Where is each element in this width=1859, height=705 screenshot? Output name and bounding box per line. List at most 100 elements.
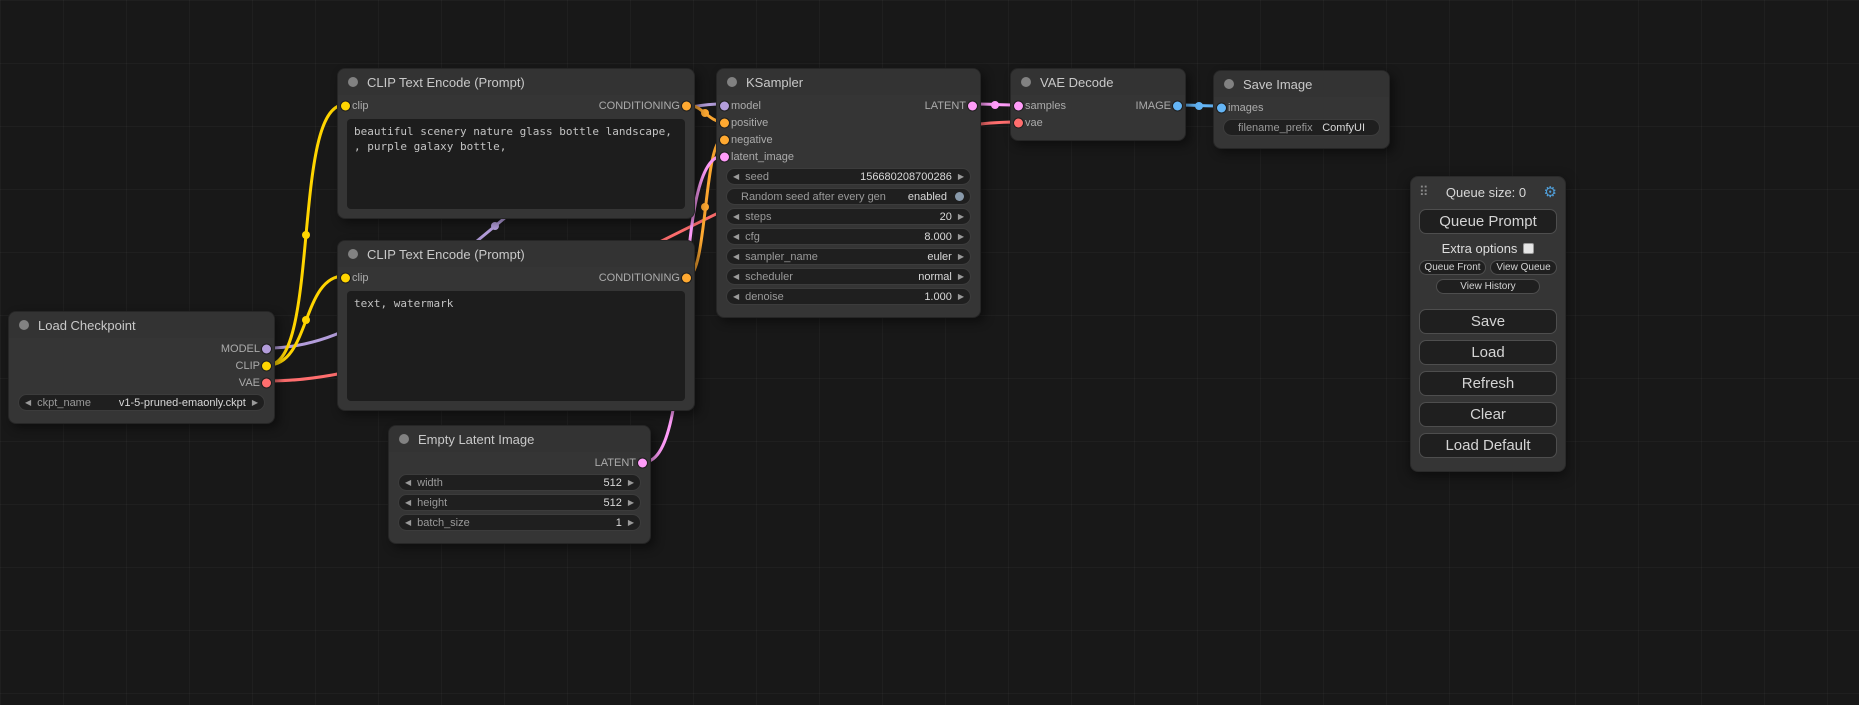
port-row: vae (1011, 114, 1185, 131)
widget-value: normal (918, 271, 952, 283)
port-clip-input[interactable] (341, 273, 350, 282)
increment-arrow-icon[interactable]: ▶ (628, 499, 634, 507)
decrement-arrow-icon[interactable]: ◀ (733, 173, 739, 181)
refresh-button[interactable]: Refresh (1419, 371, 1557, 396)
increment-arrow-icon[interactable]: ▶ (628, 479, 634, 487)
node-titlebar[interactable]: Load Checkpoint (9, 312, 274, 338)
node-clip-text-encode-negative[interactable]: CLIP Text Encode (Prompt) clip CONDITION… (337, 240, 695, 411)
clear-button[interactable]: Clear (1419, 402, 1557, 427)
node-clip-text-encode-positive[interactable]: CLIP Text Encode (Prompt) clip CONDITION… (337, 68, 695, 219)
port-conditioning-output[interactable] (682, 101, 691, 110)
increment-arrow-icon[interactable]: ▶ (628, 519, 634, 527)
widget-cfg[interactable]: ◀ cfg 8.000 ▶ (726, 228, 971, 245)
toggle-on-icon[interactable] (955, 192, 964, 201)
next-value-arrow-icon[interactable]: ▶ (958, 253, 964, 261)
widget-steps[interactable]: ◀ steps 20 ▶ (726, 208, 971, 225)
port-image-output[interactable] (1173, 101, 1182, 110)
save-button[interactable]: Save (1419, 309, 1557, 334)
decrement-arrow-icon[interactable]: ◀ (405, 499, 411, 507)
node-titlebar[interactable]: KSampler (717, 69, 980, 95)
prev-value-arrow-icon[interactable]: ◀ (733, 273, 739, 281)
view-queue-button[interactable]: View Queue (1490, 260, 1557, 275)
increment-arrow-icon[interactable]: ▶ (958, 213, 964, 221)
node-save-image[interactable]: Save Image images filename_prefix ComfyU… (1213, 70, 1390, 149)
port-clip-input[interactable] (341, 101, 350, 110)
widget-sampler-name[interactable]: ◀ sampler_name euler ▶ (726, 248, 971, 265)
queue-front-button[interactable]: Queue Front (1419, 260, 1486, 275)
collapse-dot[interactable] (348, 77, 358, 87)
node-title: Empty Latent Image (418, 432, 534, 447)
prev-value-arrow-icon[interactable]: ◀ (25, 399, 31, 407)
decrement-arrow-icon[interactable]: ◀ (405, 479, 411, 487)
increment-arrow-icon[interactable]: ▶ (958, 233, 964, 241)
widget-height[interactable]: ◀ height 512 ▶ (398, 494, 641, 511)
widget-seed[interactable]: ◀ seed 156680208700286 ▶ (726, 168, 971, 185)
node-graph-canvas[interactable]: Load Checkpoint MODEL CLIP VAE ◀ ckpt_na… (0, 0, 1859, 705)
port-model-input[interactable] (720, 101, 729, 110)
collapse-dot[interactable] (348, 249, 358, 259)
prompt-textarea[interactable]: beautiful scenery nature glass bottle la… (347, 119, 685, 209)
widget-value: 156680208700286 (860, 171, 952, 183)
output-label: LATENT (595, 457, 636, 469)
port-latent-output[interactable] (638, 458, 647, 467)
decrement-arrow-icon[interactable]: ◀ (733, 233, 739, 241)
port-negative-input[interactable] (720, 135, 729, 144)
load-button[interactable]: Load (1419, 340, 1557, 365)
view-history-button[interactable]: View History (1436, 279, 1541, 294)
port-positive-input[interactable] (720, 118, 729, 127)
node-titlebar[interactable]: CLIP Text Encode (Prompt) (338, 69, 694, 95)
decrement-arrow-icon[interactable]: ◀ (733, 213, 739, 221)
extra-options-checkbox[interactable] (1523, 243, 1534, 254)
port-conditioning-output[interactable] (682, 273, 691, 282)
port-samples-input[interactable] (1014, 101, 1023, 110)
node-ksampler[interactable]: KSampler model LATENT positive negative … (716, 68, 981, 318)
extra-options-label: Extra options (1442, 241, 1518, 256)
queue-panel: ⠿ Queue size: 0 ⚙ Queue Prompt Extra opt… (1410, 176, 1566, 472)
drag-handle-icon[interactable]: ⠿ (1419, 184, 1429, 200)
input-label: clip (352, 100, 369, 112)
node-titlebar[interactable]: Empty Latent Image (389, 426, 650, 452)
port-vae-output[interactable] (262, 378, 271, 387)
next-value-arrow-icon[interactable]: ▶ (252, 399, 258, 407)
increment-arrow-icon[interactable]: ▶ (958, 293, 964, 301)
port-vae-input[interactable] (1014, 118, 1023, 127)
collapse-dot[interactable] (399, 434, 409, 444)
input-label: images (1228, 102, 1263, 114)
port-model-output[interactable] (262, 344, 271, 353)
collapse-dot[interactable] (19, 320, 29, 330)
widget-ckpt-name[interactable]: ◀ ckpt_name v1-5-pruned-emaonly.ckpt ▶ (18, 394, 265, 411)
decrement-arrow-icon[interactable]: ◀ (405, 519, 411, 527)
widget-filename-prefix[interactable]: filename_prefix ComfyUI (1223, 119, 1380, 136)
port-latent-output[interactable] (968, 101, 977, 110)
widget-scheduler[interactable]: ◀ scheduler normal ▶ (726, 268, 971, 285)
load-default-button[interactable]: Load Default (1419, 433, 1557, 458)
prev-value-arrow-icon[interactable]: ◀ (733, 253, 739, 261)
increment-arrow-icon[interactable]: ▶ (958, 173, 964, 181)
widget-width[interactable]: ◀ width 512 ▶ (398, 474, 641, 491)
widget-random-seed-toggle[interactable]: Random seed after every gen enabled (726, 188, 971, 205)
node-vae-decode[interactable]: VAE Decode samples IMAGE vae (1010, 68, 1186, 141)
widget-name: Random seed after every gen (741, 191, 886, 203)
node-titlebar[interactable]: Save Image (1214, 71, 1389, 97)
output-label: CONDITIONING (599, 272, 680, 284)
collapse-dot[interactable] (1224, 79, 1234, 89)
link-midpoint-dot (701, 203, 709, 211)
node-empty-latent-image[interactable]: Empty Latent Image LATENT ◀ width 512 ▶ … (388, 425, 651, 544)
widget-denoise[interactable]: ◀ denoise 1.000 ▶ (726, 288, 971, 305)
port-clip-output[interactable] (262, 361, 271, 370)
node-load-checkpoint[interactable]: Load Checkpoint MODEL CLIP VAE ◀ ckpt_na… (8, 311, 275, 424)
prompt-textarea[interactable]: text, watermark (347, 291, 685, 401)
collapse-dot[interactable] (1021, 77, 1031, 87)
widget-batch-size[interactable]: ◀ batch_size 1 ▶ (398, 514, 641, 531)
queue-prompt-button[interactable]: Queue Prompt (1419, 209, 1557, 234)
settings-gear-icon[interactable]: ⚙ (1544, 183, 1557, 201)
collapse-dot[interactable] (727, 77, 737, 87)
node-titlebar[interactable]: VAE Decode (1011, 69, 1185, 95)
port-latent-image-input[interactable] (720, 152, 729, 161)
output-label: MODEL (221, 343, 260, 355)
next-value-arrow-icon[interactable]: ▶ (958, 273, 964, 281)
port-images-input[interactable] (1217, 103, 1226, 112)
widget-value: euler (927, 251, 951, 263)
decrement-arrow-icon[interactable]: ◀ (733, 293, 739, 301)
node-titlebar[interactable]: CLIP Text Encode (Prompt) (338, 241, 694, 267)
